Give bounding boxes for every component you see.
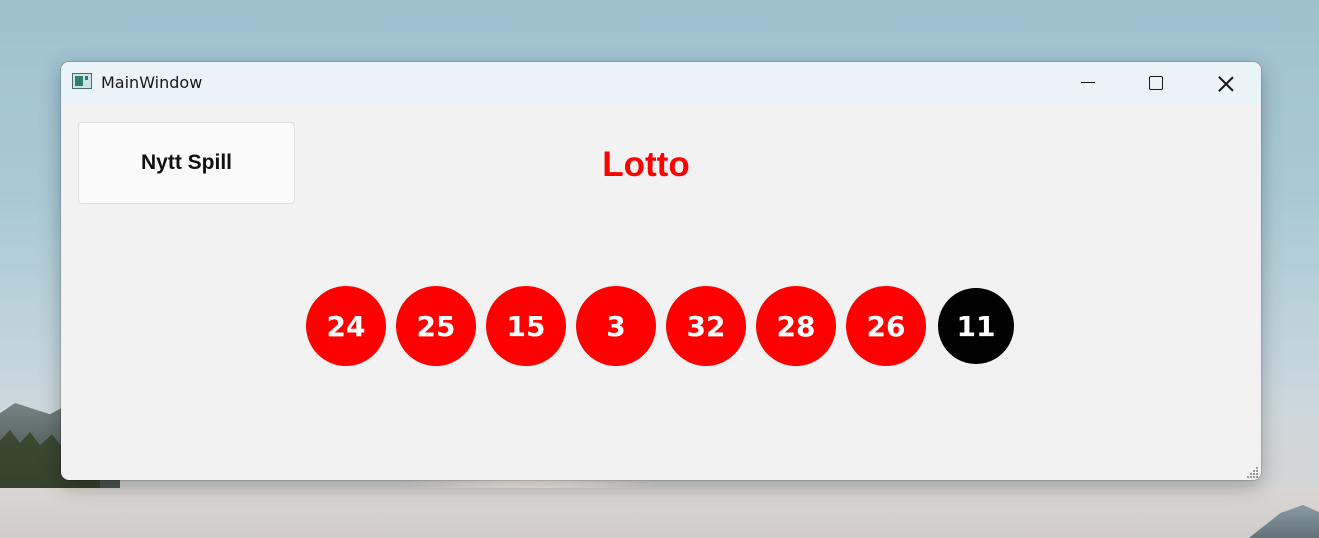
app-window-icon xyxy=(72,73,92,89)
lotto-ball: 25 xyxy=(396,286,476,366)
maximize-button[interactable] xyxy=(1133,62,1179,104)
lotto-ball: 26 xyxy=(846,286,926,366)
minimize-icon xyxy=(1081,82,1095,83)
lotto-ball: 24 xyxy=(306,286,386,366)
page-title: Lotto xyxy=(602,145,690,184)
lotto-ball: 32 xyxy=(666,286,746,366)
maximize-icon xyxy=(1149,76,1163,90)
main-window: MainWindow Nytt Spill Lotto 24 25 15 3 32 28 2… xyxy=(61,62,1261,480)
lotto-ball: 3 xyxy=(576,286,656,366)
extra-ball: 11 xyxy=(938,288,1014,364)
new-game-button[interactable]: Nytt Spill xyxy=(78,122,295,204)
close-button[interactable] xyxy=(1203,62,1249,104)
lotto-ball: 15 xyxy=(486,286,566,366)
close-icon xyxy=(1218,75,1234,91)
title-bar[interactable]: MainWindow xyxy=(61,62,1261,104)
background-snow xyxy=(0,488,1319,538)
minimize-button[interactable] xyxy=(1064,62,1110,104)
window-title: MainWindow xyxy=(101,73,203,92)
lotto-ball: 28 xyxy=(756,286,836,366)
resize-grip-icon[interactable] xyxy=(1247,466,1259,478)
